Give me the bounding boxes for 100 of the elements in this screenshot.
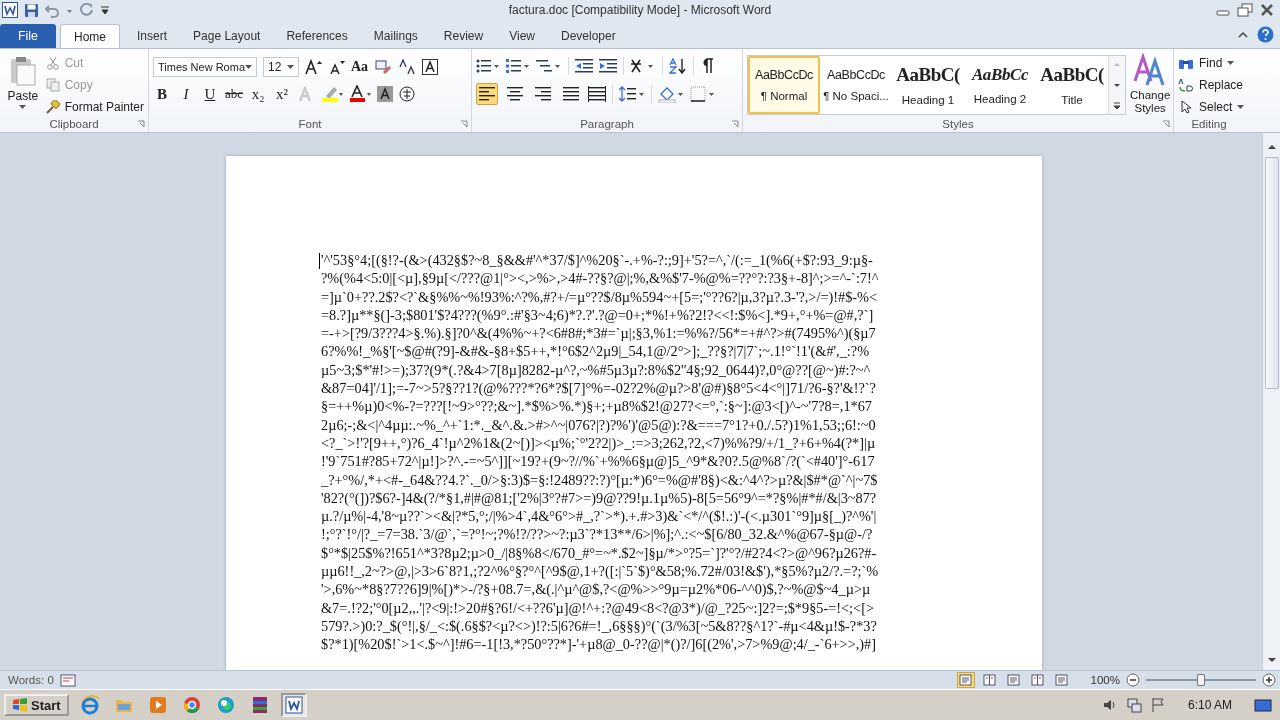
- zoom-in-icon[interactable]: [1262, 673, 1276, 687]
- document-text-line: $°*$|25$%?!651^*3?8µ2;µ>0_/|8§%8</670_#°=~*.$2~]§µ/*>°?5=`]?'°?/#2?4<?>@^96?µ26?#-: [321, 543, 878, 563]
- ribbon-tab[interactable]: View: [496, 24, 548, 48]
- document-text-line: <?_`>!'?[9++,°)?6_4`!µ^2%1&(2~[)]><µ%;`°'2?2|)>_:=>3;262,?2,<7)%%?9/+/1_?+6+%4(?*]|µ: [321, 433, 877, 453]
- ribbon-tab[interactable]: Home: [60, 24, 120, 48]
- document-text-line: §=++%µ)0<%-?=???[!~9>°??;&~].*$%>%.*)§+;+µ8%$2!@27?<=°,`:§~]:@3<[)^-~'7?8=,1*67: [321, 397, 873, 416]
- view-button[interactable]: [1028, 672, 1047, 688]
- zoom-out-icon[interactable]: [1126, 673, 1140, 687]
- show-formatting-marks-icon[interactable]: [700, 58, 714, 74]
- save-icon[interactable]: [24, 2, 39, 18]
- scrollbar-thumb[interactable]: [1264, 157, 1279, 389]
- format-button[interactable]: I: [177, 85, 195, 102]
- align-button[interactable]: [476, 83, 498, 105]
- show-desktop-icon[interactable]: [1254, 697, 1272, 713]
- page-view-icon: [1007, 674, 1021, 686]
- decrease-indent-icon[interactable]: [575, 58, 593, 74]
- style-item[interactable]: AaBbCc Heading 2: [964, 56, 1036, 114]
- change-case-button[interactable]: Aa: [351, 59, 369, 75]
- shading-icon[interactable]: [658, 85, 684, 103]
- style-item[interactable]: AaBbCcDc ¶ Normal: [748, 56, 820, 114]
- network-icon[interactable]: [1125, 697, 1142, 713]
- clear-formatting-icon[interactable]: [374, 59, 393, 75]
- page-view-icon: [983, 674, 997, 686]
- flag-icon[interactable]: [1149, 697, 1166, 713]
- group-label: Editing: [1191, 118, 1227, 130]
- document-text-line: =]µ`0+??.2$?<?`&§%%~%!93%:^?%,#?+/=µ°??$/8µ%594~+[5=;'°??6?|µ,3?µ?.3-'?,>/=)!#$-%<: [321, 287, 879, 306]
- style-item[interactable]: AaBbC( Heading 1: [892, 56, 964, 114]
- select-button[interactable]: Select: [1178, 97, 1245, 116]
- dialog-launcher-icon[interactable]: [137, 120, 145, 128]
- page-view-icon: [959, 674, 973, 686]
- ribbon-tab[interactable]: References: [273, 24, 361, 48]
- dialog-launcher-icon[interactable]: [460, 120, 468, 128]
- character-shading-icon[interactable]: [377, 85, 394, 102]
- ribbon-tab[interactable]: Mailings: [360, 24, 431, 48]
- document-text-line: ?%(%4<5:0|[<µ],§9µ[</???@1|°><,>%>,>4#-??§?@|;%,&%$'7-%@%=??°?:?3§+-8]^;>=^-`:7!^: [321, 269, 880, 288]
- borders-icon[interactable]: [690, 86, 716, 102]
- document-text-line: '>,6%~*8§?7??6]9|%[)*>-/?§+08.7=,&(.|^µ^@$,?<@%>>°9µ=µ2%*06-^^0)$,?~%@$~4_µ>µ: [321, 580, 872, 599]
- clipboard-icon: [8, 55, 37, 87]
- taskbar-app-icon[interactable]: [280, 693, 307, 717]
- dialog-launcher-icon[interactable]: [731, 120, 739, 128]
- vertical-scrollbar[interactable]: [1262, 133, 1280, 670]
- grow-font-icon[interactable]: [305, 59, 323, 75]
- multilevel-list-icon[interactable]: [536, 58, 562, 74]
- find-button[interactable]: Find: [1178, 53, 1245, 72]
- collapse-ribbon-icon[interactable]: [1237, 29, 1249, 39]
- document-text-line: =-+>[?9/3???4>§.%).§]?0^&(4%%~+?<6#8#;*3#=`µ|;§3,%1:=%%?/56*=+#^?>#(7495%^)(§µ7: [321, 324, 877, 343]
- ribbon-tab[interactable]: Insert: [124, 24, 181, 48]
- sort-icon[interactable]: [669, 58, 687, 74]
- ribbon-tab[interactable]: Review: [430, 24, 497, 48]
- align-icon: [507, 87, 523, 101]
- close-icon[interactable]: [1258, 3, 1276, 17]
- format-button[interactable]: U: [201, 85, 219, 102]
- font-color-icon[interactable]: [349, 85, 372, 102]
- format-button[interactable]: x²: [273, 85, 292, 102]
- paintbrush-icon: [45, 99, 60, 114]
- replace-button[interactable]: Replace: [1178, 75, 1245, 94]
- word-count[interactable]: Words: 0: [8, 674, 54, 686]
- help-icon[interactable]: [1257, 25, 1274, 43]
- bullets-icon[interactable]: [476, 58, 500, 74]
- view-button[interactable]: [980, 672, 999, 688]
- distributed-icon[interactable]: [588, 86, 606, 102]
- increase-indent-icon[interactable]: [599, 58, 617, 74]
- change-styles-button[interactable]: Change Styles: [1130, 53, 1171, 116]
- proofing-icon[interactable]: [59, 673, 76, 687]
- copy-icon: [45, 77, 60, 92]
- style-item[interactable]: AaBbCcDc ¶ No Spaci...: [820, 56, 892, 114]
- volume-icon[interactable]: [1101, 697, 1118, 713]
- scissors-icon: [45, 55, 60, 70]
- numbering-icon[interactable]: [506, 58, 530, 74]
- format-button[interactable]: B: [153, 85, 171, 102]
- shrink-font-icon[interactable]: [329, 59, 345, 75]
- group-label: Styles: [942, 118, 974, 130]
- group-label: Font: [298, 118, 322, 130]
- format-painter-button[interactable]: Format Painter: [45, 97, 144, 116]
- format-button[interactable]: abc: [225, 85, 244, 102]
- paste-button[interactable]: Paste: [4, 53, 42, 116]
- document-text-line: 6?%%!_%§'[~$@#(?9]-&#&-§8+$5++,*!°6$2^2µ9|_54,1@/2°>];_??§?|7|7`;~.1!°`!1'(&#',_:?%: [321, 342, 871, 361]
- clock[interactable]: 6:10 AM: [1187, 698, 1232, 712]
- format-button[interactable]: x₂: [249, 85, 268, 102]
- enclose-characters-icon[interactable]: [399, 85, 416, 102]
- zoom-slider[interactable]: [1146, 673, 1256, 687]
- zoom-level[interactable]: 100%: [1090, 674, 1120, 686]
- zoom-slider-thumb[interactable]: [1197, 674, 1205, 686]
- font-size-field[interactable]: 12: [263, 57, 299, 77]
- start-button[interactable]: Start: [4, 694, 69, 716]
- caret-icon: [19, 105, 27, 109]
- pointer-icon: [1178, 99, 1194, 114]
- file-tab[interactable]: File: [0, 24, 56, 48]
- page-view-icon: [1055, 674, 1069, 686]
- align-icon: [535, 87, 551, 101]
- dialog-launcher-icon[interactable]: [1162, 120, 1170, 128]
- ribbon-tab[interactable]: Page Layout: [180, 24, 274, 48]
- font-name-field[interactable]: Times New Roma: [153, 57, 257, 77]
- style-item[interactable]: AaBbC( Title: [1036, 56, 1108, 114]
- ribbon-tab[interactable]: Developer: [547, 24, 629, 48]
- caret-icon: [1237, 104, 1245, 109]
- word-logo-icon[interactable]: [2, 2, 18, 18]
- restore-icon[interactable]: [1236, 3, 1254, 17]
- line-spacing-icon[interactable]: [619, 86, 645, 102]
- character-border-icon[interactable]: [422, 59, 439, 75]
